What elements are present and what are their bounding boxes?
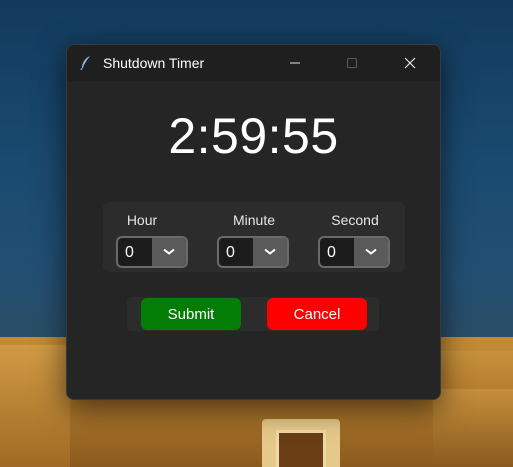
chevron-down-icon bbox=[264, 248, 276, 255]
minimize-icon bbox=[290, 62, 300, 64]
shutdown-timer-window: Shutdown Timer 2:59:55 Hour Minute Secon… bbox=[66, 44, 441, 400]
minute-label: Minute bbox=[232, 212, 276, 228]
hour-select[interactable]: 0 bbox=[116, 236, 188, 268]
hour-label: Hour bbox=[126, 212, 158, 228]
countdown-display: 2:59:55 bbox=[168, 108, 339, 164]
action-button-bar: Submit Cancel bbox=[127, 297, 379, 331]
minimize-button[interactable] bbox=[272, 45, 318, 81]
window-title: Shutdown Timer bbox=[103, 55, 205, 71]
hour-dropdown-button[interactable] bbox=[152, 238, 186, 266]
close-button[interactable] bbox=[387, 45, 433, 81]
second-value: 0 bbox=[327, 244, 336, 261]
wallpaper-tower-left bbox=[0, 345, 70, 467]
minute-dropdown-button[interactable] bbox=[253, 238, 287, 266]
feather-icon bbox=[79, 55, 93, 71]
hour-value: 0 bbox=[125, 244, 134, 261]
wallpaper-gate bbox=[262, 419, 340, 467]
time-input-panel: Hour Minute Second 0 0 0 bbox=[103, 202, 405, 272]
minute-value: 0 bbox=[226, 244, 235, 261]
maximize-button[interactable] bbox=[329, 45, 375, 81]
wallpaper-gate-door bbox=[276, 430, 326, 467]
chevron-down-icon bbox=[163, 248, 175, 255]
submit-button[interactable]: Submit bbox=[141, 298, 241, 330]
minute-select[interactable]: 0 bbox=[217, 236, 289, 268]
second-select[interactable]: 0 bbox=[318, 236, 390, 268]
title-bar[interactable]: Shutdown Timer bbox=[67, 45, 440, 81]
wallpaper-tower-right bbox=[433, 389, 513, 467]
cancel-button[interactable]: Cancel bbox=[267, 298, 367, 330]
chevron-down-icon bbox=[365, 248, 377, 255]
close-icon bbox=[404, 57, 416, 69]
maximize-icon bbox=[347, 58, 357, 68]
second-dropdown-button[interactable] bbox=[354, 238, 388, 266]
second-label: Second bbox=[331, 212, 379, 228]
